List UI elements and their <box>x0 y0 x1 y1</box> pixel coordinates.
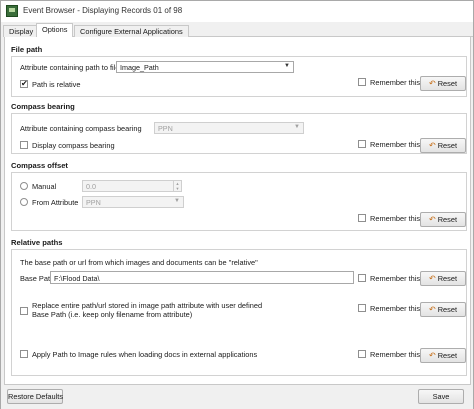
apply-reset-button[interactable]: ↶ Reset <box>420 348 466 363</box>
manual-offset-spinbox[interactable]: 0.0 ▲ ▼ <box>82 180 182 192</box>
base-path-label: Base Path <box>20 274 55 283</box>
path-attribute-label: Attribute containing path to file <box>20 63 120 72</box>
undo-icon: ↶ <box>428 215 436 224</box>
replace-remember-label: Remember this <box>370 304 421 313</box>
apply-path-checkbox[interactable] <box>20 350 28 358</box>
bearing-reset-button[interactable]: ↶ Reset <box>420 138 466 153</box>
base-path-remember-checkbox[interactable] <box>358 274 366 282</box>
base-path-input[interactable]: F:\Flood Data\ <box>50 271 354 284</box>
undo-icon: ↶ <box>428 305 436 314</box>
manual-label: Manual <box>32 182 57 191</box>
offset-reset-button[interactable]: ↶ Reset <box>420 212 466 227</box>
tab-display[interactable]: Display <box>3 25 40 37</box>
file-path-group: Attribute containing path to file Image_… <box>11 56 467 97</box>
undo-icon: ↶ <box>428 351 436 360</box>
file-path-reset-button[interactable]: ↶ Reset <box>420 76 466 91</box>
display-bearing-checkbox[interactable] <box>20 141 28 149</box>
offset-attribute-value: PPN <box>86 198 101 207</box>
app-icon <box>6 5 18 17</box>
path-relative-label: Path is relative <box>32 80 81 89</box>
undo-icon: ↶ <box>428 79 436 88</box>
bearing-attribute-select[interactable]: PPN ▼ <box>154 122 304 134</box>
relative-paths-title: Relative paths <box>11 238 63 247</box>
footer-bar: Restore Defaults Save <box>1 385 473 409</box>
path-relative-checkbox[interactable] <box>20 79 28 88</box>
options-panel: File path Attribute containing path to f… <box>4 37 471 385</box>
event-browser-window: Event Browser - Displaying Records 01 of… <box>0 0 474 409</box>
tab-options[interactable]: Options <box>36 23 74 38</box>
from-attribute-radio[interactable] <box>20 198 28 206</box>
display-bearing-label: Display compass bearing <box>32 141 115 150</box>
base-path-value: F:\Flood Data\ <box>54 274 100 283</box>
offset-remember-checkbox[interactable] <box>358 214 366 222</box>
bearing-remember-checkbox[interactable] <box>358 140 366 148</box>
file-path-remember-checkbox[interactable] <box>358 78 366 86</box>
undo-icon: ↶ <box>428 274 436 283</box>
relative-paths-group: The base path or url from which images a… <box>11 249 467 376</box>
apply-remember-label: Remember this <box>370 350 421 359</box>
undo-icon: ↶ <box>428 141 436 150</box>
title-bar: Event Browser - Displaying Records 01 of… <box>1 1 473 22</box>
tab-bar: Display Options Configure External Appli… <box>3 23 473 38</box>
compass-bearing-title: Compass bearing <box>11 102 75 111</box>
replace-remember-checkbox[interactable] <box>358 304 366 312</box>
chevron-down-icon: ▼ <box>174 198 180 204</box>
window-title: Event Browser - Displaying Records 01 of… <box>23 6 183 15</box>
from-attribute-label: From Attribute <box>32 198 79 207</box>
manual-radio[interactable] <box>20 182 28 190</box>
relative-paths-description: The base path or url from which images a… <box>20 258 258 267</box>
file-path-title: File path <box>11 45 43 54</box>
chevron-down-icon: ▼ <box>284 63 290 69</box>
offset-attribute-select[interactable]: PPN ▼ <box>82 196 184 208</box>
file-path-remember-label: Remember this <box>370 78 421 87</box>
restore-defaults-button[interactable]: Restore Defaults <box>7 389 63 404</box>
base-path-reset-button[interactable]: ↶ Reset <box>420 271 466 286</box>
replace-reset-button[interactable]: ↶ Reset <box>420 302 466 317</box>
save-button[interactable]: Save <box>418 389 464 404</box>
compass-offset-group: Manual 0.0 ▲ ▼ From Attribute PPN ▼ Remem… <box>11 172 467 231</box>
base-path-remember-label: Remember this <box>370 274 421 283</box>
tab-configure-external-applications[interactable]: Configure External Applications <box>74 25 189 37</box>
path-attribute-value: Image_Path <box>120 63 159 72</box>
bearing-remember-label: Remember this <box>370 140 421 149</box>
replace-path-label-line2: Base Path (i.e. keep only filename from … <box>32 310 193 319</box>
bearing-attribute-value: PPN <box>158 124 173 133</box>
replace-path-checkbox[interactable] <box>20 307 28 315</box>
chevron-down-icon: ▼ <box>294 124 300 130</box>
apply-path-label: Apply Path to Image rules when loading d… <box>32 350 258 359</box>
replace-path-label-line1: Replace entire path/url stored in image … <box>32 301 263 310</box>
bearing-attribute-label: Attribute containing compass bearing <box>20 124 142 133</box>
manual-offset-value: 0.0 <box>86 182 96 191</box>
spin-buttons[interactable]: ▲ ▼ <box>173 181 181 191</box>
apply-remember-checkbox[interactable] <box>358 350 366 358</box>
compass-offset-title: Compass offset <box>11 161 68 170</box>
path-attribute-select[interactable]: Image_Path ▼ <box>116 61 294 73</box>
compass-bearing-group: Attribute containing compass bearing PPN… <box>11 113 467 154</box>
offset-remember-label: Remember this <box>370 214 421 223</box>
